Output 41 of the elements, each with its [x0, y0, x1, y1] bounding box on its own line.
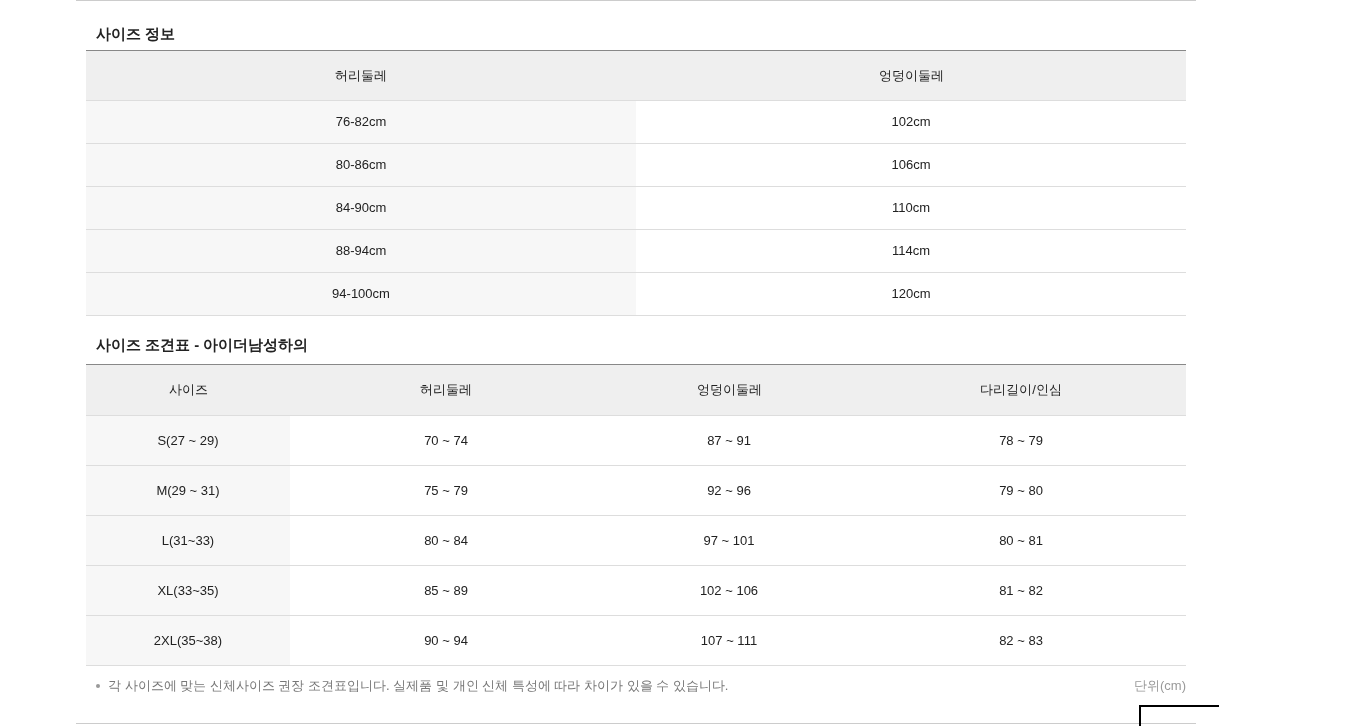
table-cell: 2XL(35~38)	[86, 616, 290, 665]
table-cell-text: 106cm	[890, 156, 932, 175]
column-header: 엉덩이둘레	[877, 66, 945, 85]
bullet-icon	[96, 684, 100, 688]
table-cell-text: 80 ~ 84	[423, 531, 469, 550]
table-cell: 80-86cm	[86, 144, 636, 186]
table-cell: 84-90cm	[86, 187, 636, 229]
table-cell: 88-94cm	[86, 230, 636, 272]
table-cell-text: 92 ~ 96	[706, 481, 752, 500]
column-header: 다리길이/인심	[979, 381, 1063, 400]
column-header: 엉덩이둘레	[695, 381, 763, 400]
table-cell-text: 70 ~ 74	[423, 431, 469, 450]
column-header: 허리둘레	[334, 66, 388, 85]
column-header: 사이즈	[167, 381, 209, 400]
note-text: 각 사이즈에 맞는 신체사이즈 권장 조견표입니다. 실제품 및 개인 신체 특성에 따라 차이가 있을 수 있습니다.	[108, 677, 729, 696]
table-cell: L(31~33)	[86, 516, 290, 565]
table-cell: XL(33~35)	[86, 566, 290, 615]
table-cell-text: 110cm	[890, 199, 932, 218]
table-cell-text: 82 ~ 83	[998, 631, 1044, 650]
table-cell: S(27 ~ 29)	[86, 416, 290, 465]
table-cell-text: 120cm	[890, 285, 932, 304]
table-cell-text: 79 ~ 80	[998, 481, 1044, 500]
table-cell-text: 90 ~ 94	[423, 631, 469, 650]
table-cell: M(29 ~ 31)	[86, 466, 290, 515]
table-cell-text: 102 ~ 106	[698, 581, 760, 600]
table-cell-text: 107 ~ 111	[699, 631, 759, 650]
table-cell-text: 85 ~ 89	[423, 581, 469, 600]
section-title: 사이즈 정보	[95, 24, 177, 44]
table-cell-text: 102cm	[890, 113, 932, 132]
table-cell: 94-100cm	[86, 273, 636, 315]
column-header: 허리둘레	[419, 381, 473, 400]
table-cell-text: 81 ~ 82	[998, 581, 1044, 600]
section-title: 사이즈 조견표 - 아이더남성하의	[95, 335, 310, 355]
table-cell-text: 75 ~ 79	[423, 481, 469, 500]
table-cell-text: 97 ~ 101	[702, 531, 756, 550]
table-cell-text: 87 ~ 91	[706, 431, 752, 450]
table-cell-text: 114cm	[890, 242, 932, 261]
table-cell-text: 80 ~ 81	[998, 531, 1044, 550]
table-cell: 76-82cm	[86, 101, 636, 143]
unit-label: 단위(cm)	[1134, 677, 1186, 696]
table-cell-text: 78 ~ 79	[998, 431, 1044, 450]
